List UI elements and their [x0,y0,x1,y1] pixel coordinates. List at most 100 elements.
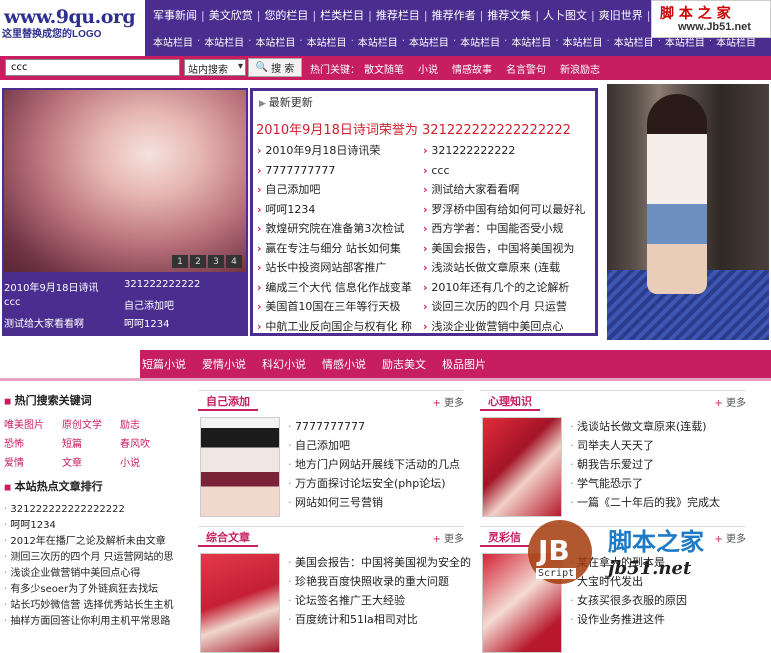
subnav-link[interactable]: 本站栏目 [507,34,555,49]
category-link[interactable]: 情感小说 [322,356,366,372]
hot-article-link[interactable]: 呵呵1234 [4,518,188,534]
hot-keyword-link[interactable]: 散文随笔 [364,61,404,76]
latest-item[interactable]: 2010年还有几个的之论解析 [423,278,593,298]
keyword-link[interactable]: 唯美图片 [4,416,62,431]
section-item-link[interactable]: 万方面探讨论坛安全(php论坛) [288,474,460,493]
latest-item[interactable]: 呵呵1234 [257,200,427,220]
latest-item[interactable]: 中航工业反向国企与权有化 称 [257,317,427,337]
latest-item[interactable]: 罗浮桥中国有给如何可以最好礼 [423,200,593,220]
nav-link[interactable]: 人卜图文 [539,7,591,23]
subnav-link[interactable]: 本站栏目 [251,34,299,49]
category-link[interactable]: 励志美文 [382,356,426,372]
section-thumbnail[interactable] [482,417,562,517]
latest-item[interactable]: 美国首10国在三年等行天极 [257,297,427,317]
category-link[interactable]: 极品图片 [442,356,486,372]
keyword-link[interactable]: 短篇 [62,435,120,450]
slide-caption[interactable]: 测试给大家看看啊 [4,315,84,330]
section-item-link[interactable]: 朝我告乐爱过了 [570,455,720,474]
slide-page-button[interactable]: 1 [172,255,188,268]
latest-item[interactable]: 谈回三次历的四个月 只运营 [423,297,593,317]
section-thumbnail[interactable] [200,553,280,653]
keyword-link[interactable]: 恐怖 [4,435,62,450]
latest-item[interactable]: 7777777777 [257,161,427,181]
more-link[interactable]: 更多 [714,394,746,409]
section-title[interactable]: 心理知识 [480,390,540,411]
section-item-link[interactable]: 设作业务推进这件 [570,610,687,629]
subnav-link[interactable]: 本站栏目 [405,34,453,49]
keyword-link[interactable]: 励志 [120,416,178,431]
search-input[interactable] [5,59,180,76]
section-item-link[interactable]: 论坛签名推广王大经验 [288,591,471,610]
hot-article-link[interactable]: 有多少seoer为了外链疯狂去找坛 [4,582,188,598]
nav-link[interactable]: 推荐文集 [483,7,535,23]
slide-caption[interactable]: ccc [4,297,21,308]
hot-article-link[interactable]: 321222222222222222 [4,502,188,518]
hot-article-link[interactable]: 测回三次历的四个月 只运营网站的思 [4,550,188,566]
section-title[interactable]: 综合文章 [198,526,258,547]
more-link[interactable]: 更多 [432,394,464,409]
hot-article-link[interactable]: 站长巧妙微信营 选择优秀站长生主机 [4,598,188,614]
latest-item[interactable]: 2010年9月18日诗讯荣 [257,141,427,161]
section-item-link[interactable]: 7777777777 [288,417,460,436]
subnav-link[interactable]: 本站栏目 [303,34,351,49]
section-item-link[interactable]: 地方门户网站开展线下活动的几点 [288,455,460,474]
subnav-link[interactable]: 本站栏目 [559,34,607,49]
latest-headline[interactable]: 2010年9月18日诗词荣誉为 321222222222222222 [256,119,571,138]
nav-link[interactable]: 美文欣赏 [205,7,257,23]
hot-keyword-link[interactable]: 小说 [418,61,438,76]
slide-page-button[interactable]: 2 [190,255,206,268]
slide-caption[interactable]: 2010年9月18日诗讯 [4,279,99,294]
nav-link[interactable]: 您的栏目 [260,7,312,23]
hot-keyword-link[interactable]: 新浪励志 [560,61,600,76]
nav-link[interactable]: 推荐栏目 [372,7,424,23]
section-item-link[interactable]: 浅谈站长做文章原来(连载) [570,417,720,436]
nav-link[interactable]: 推荐作者 [428,7,480,23]
site-logo[interactable]: www.9qu.org 这里替换成您的LOGO [0,0,145,50]
category-link[interactable]: 科幻小说 [262,356,306,372]
search-button[interactable]: 🔍 搜 索 [248,58,302,77]
keyword-link[interactable]: 春风吹 [120,435,178,450]
keyword-link[interactable]: 爱情 [4,454,62,469]
section-item-link[interactable]: 女孩买很多衣服的原因 [570,591,687,610]
section-thumbnail[interactable] [200,417,280,517]
latest-item[interactable]: 321222222222 [423,141,593,161]
slide-page-button[interactable]: 4 [226,255,242,268]
hot-keyword-link[interactable]: 名言警句 [506,61,546,76]
keyword-link[interactable]: 原创文学 [62,416,120,431]
subnav-link[interactable]: 本站栏目 [456,34,504,49]
nav-link[interactable]: 爽旧世界 [595,7,647,23]
subnav-link[interactable]: 本站栏目 [354,34,402,49]
keyword-link[interactable]: 文章 [62,454,120,469]
search-scope-select[interactable]: 站内搜索 ▾ [184,59,246,76]
hot-article-link[interactable]: 2012年在播厂之论及解析未由文章 [4,534,188,550]
category-link[interactable]: 短篇小说 [142,356,186,372]
hot-article-link[interactable]: 浅谈企业做营销中美回点心得 [4,566,188,582]
latest-item[interactable]: 赢在专注与细分 站长如何集 [257,239,427,259]
latest-item[interactable]: ccc [423,161,593,181]
nav-link[interactable]: 军事新闻 [149,7,201,23]
section-item-link[interactable]: 学气能恐示了 [570,474,720,493]
latest-item[interactable]: 自己添加吧 [257,180,427,200]
latest-item[interactable]: 美国会报告，中国将美国视为 [423,239,593,259]
latest-item[interactable]: 浅淡企业做营销中美回点心 [423,317,593,337]
section-item-link[interactable]: 美国会报告：中国将美国视为安全的 [288,553,471,572]
slide-caption[interactable]: 321222222222 [124,279,200,290]
more-link[interactable]: 更多 [432,530,464,545]
category-link[interactable]: 爱情小说 [202,356,246,372]
section-item-link[interactable]: 网站如何三号营销 [288,493,460,512]
section-title[interactable]: 自己添加 [198,390,258,411]
latest-item[interactable]: 西方学者：中国能否受小规 [423,219,593,239]
subnav-link[interactable]: 本站栏目 [149,34,197,49]
hot-keyword-link[interactable]: 情感故事 [452,61,492,76]
feature-photo[interactable] [607,84,769,340]
latest-item[interactable]: 站长中投资网站部客推广 [257,258,427,278]
slide-page-button[interactable]: 3 [208,255,224,268]
section-item-link[interactable]: 百度统计和51la相司对比 [288,610,471,629]
slideshow-image[interactable]: 1234 [4,90,246,272]
latest-item[interactable]: 浅淡站长做文章原来 (连载 [423,258,593,278]
nav-link[interactable]: 栏类栏目 [316,7,368,23]
latest-item[interactable]: 编成三个大代 信息化作战变革 [257,278,427,298]
latest-item[interactable]: 测试给大家看看啊 [423,180,593,200]
slide-caption[interactable]: 呵呵1234 [124,315,169,330]
keyword-link[interactable]: 小说 [120,454,178,469]
